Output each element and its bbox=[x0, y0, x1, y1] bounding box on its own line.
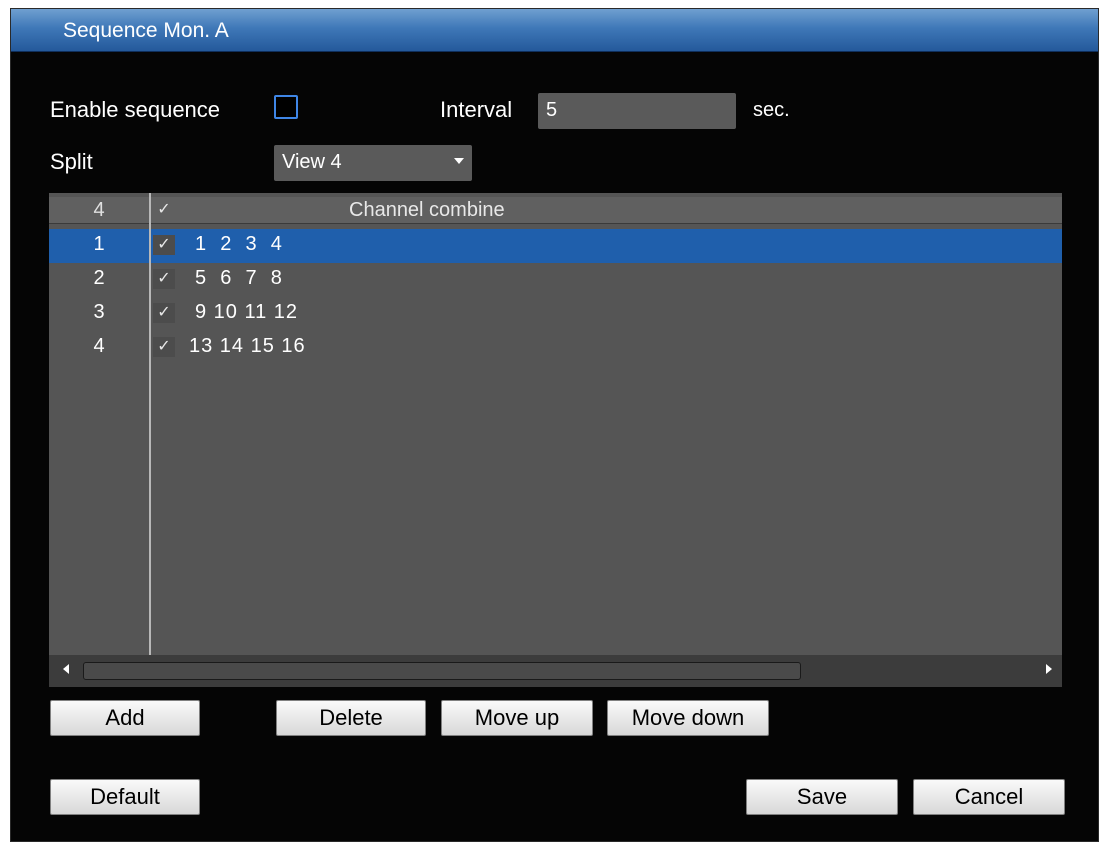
split-label: Split bbox=[50, 149, 93, 174]
chevron-down-icon bbox=[454, 158, 464, 164]
interval-input[interactable]: 5 bbox=[538, 93, 736, 129]
default-button[interactable]: Default bbox=[50, 779, 200, 815]
interval-label: Interval bbox=[440, 97, 513, 122]
row-index: 2 bbox=[93, 267, 105, 289]
table-header: 4 ✓ Channel combine bbox=[49, 197, 1062, 224]
row-index: 4 bbox=[93, 335, 105, 357]
row-channels: 13 14 15 16 bbox=[189, 335, 306, 357]
move-down-button[interactable]: Move down bbox=[607, 700, 769, 736]
header-channel-combine: Channel combine bbox=[349, 199, 505, 221]
table-row[interactable]: 2 ✓ 5 6 7 8 bbox=[49, 263, 1062, 297]
interval-unit-label: sec. bbox=[753, 99, 790, 121]
add-button[interactable]: Add bbox=[50, 700, 200, 736]
window-title: Sequence Mon. A bbox=[63, 19, 229, 42]
split-select-value: View 4 bbox=[282, 151, 342, 173]
row-channels: 5 6 7 8 bbox=[195, 267, 283, 289]
row-channels: 9 10 11 12 bbox=[195, 301, 299, 323]
row-check-icon[interactable]: ✓ bbox=[153, 303, 175, 323]
row-check-icon[interactable]: ✓ bbox=[153, 337, 175, 357]
scroll-right-icon[interactable] bbox=[1046, 664, 1052, 674]
enable-sequence-label: Enable sequence bbox=[50, 97, 221, 122]
column-divider bbox=[149, 193, 151, 655]
horizontal-scrollbar[interactable] bbox=[49, 655, 1062, 687]
sequence-dialog: Sequence Mon. A Enable sequence Interval… bbox=[10, 8, 1099, 842]
scroll-left-icon[interactable] bbox=[63, 664, 69, 674]
row-check-icon[interactable]: ✓ bbox=[153, 235, 175, 255]
table-row[interactable]: 3 ✓ 9 10 11 12 bbox=[49, 297, 1062, 331]
cancel-button[interactable]: Cancel bbox=[913, 779, 1065, 815]
header-check-icon[interactable]: ✓ bbox=[153, 200, 175, 220]
enable-sequence-checkbox[interactable] bbox=[274, 95, 298, 119]
table-row[interactable]: 1 ✓ 1 2 3 4 bbox=[49, 229, 1062, 263]
row-check-icon[interactable]: ✓ bbox=[153, 269, 175, 289]
delete-button[interactable]: Delete bbox=[276, 700, 426, 736]
table-row[interactable]: 4 ✓ 13 14 15 16 bbox=[49, 331, 1062, 365]
row-index: 1 bbox=[93, 233, 105, 255]
title-bar: Sequence Mon. A bbox=[11, 9, 1098, 52]
save-button[interactable]: Save bbox=[746, 779, 898, 815]
channel-table: 4 ✓ Channel combine 1 ✓ 1 2 3 4 2 ✓ 5 6 … bbox=[49, 193, 1062, 687]
scrollbar-thumb[interactable] bbox=[83, 662, 801, 680]
split-select[interactable]: View 4 bbox=[274, 145, 472, 181]
row-index: 3 bbox=[93, 301, 105, 323]
header-index: 4 bbox=[93, 199, 105, 221]
row-channels: 1 2 3 4 bbox=[195, 233, 283, 255]
move-up-button[interactable]: Move up bbox=[441, 700, 593, 736]
